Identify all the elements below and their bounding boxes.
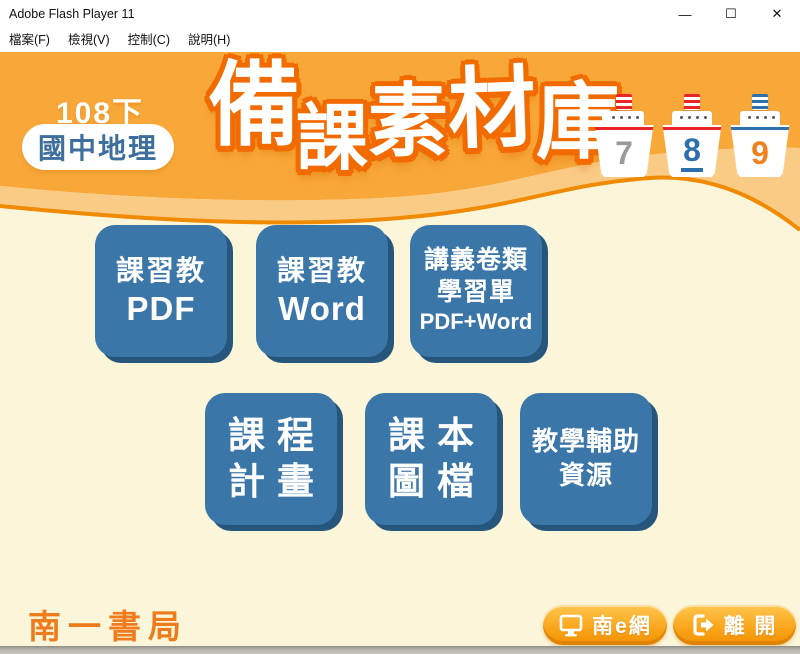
boat-stripe	[730, 127, 790, 130]
boat-funnel-icon	[684, 94, 700, 110]
button-label-line: 資源	[559, 459, 613, 493]
button-label-line: 課習教	[277, 253, 367, 289]
boat-funnel-icon	[616, 94, 632, 110]
button-label-line: Word	[278, 289, 366, 329]
boat-window-dots	[680, 116, 683, 119]
menu-view[interactable]: 檢視(V)	[59, 28, 119, 52]
page-title: 備課素材庫	[208, 56, 618, 196]
minimize-button[interactable]: —	[662, 0, 708, 28]
title-char: 備	[208, 56, 300, 157]
button-label-line: 課程	[216, 413, 326, 459]
boat-hull-icon: 9	[730, 125, 790, 177]
grade-boats: 7 8 9	[592, 94, 792, 177]
boat-cabin-icon	[672, 111, 712, 125]
button-textbook-images[interactable]: 課本 圖檔	[365, 393, 497, 525]
boat-grade-8[interactable]: 8	[660, 94, 724, 177]
menu-bar: 檔案(F) 檢視(V) 控制(C) 說明(H)	[0, 28, 800, 52]
button-label-line: 講義卷類	[424, 245, 528, 276]
button-handout-sheets[interactable]: 講義卷類 學習單 PDF+Word	[410, 225, 542, 357]
window-controls: — ☐ ✕	[662, 0, 800, 28]
button-label-line: 圖檔	[376, 459, 486, 505]
boat-grade-9[interactable]: 9	[728, 94, 792, 177]
boat-window-dots	[612, 116, 615, 119]
nan-e-web-label: 南e網	[592, 610, 652, 640]
button-label-line: PDF	[127, 289, 196, 329]
button-label-line: 課習教	[116, 253, 206, 289]
publisher-logo: 南一書局	[28, 600, 188, 646]
button-label-line: 學習單	[437, 277, 515, 308]
subject-badge: 國中地理	[22, 124, 174, 170]
menu-control[interactable]: 控制(C)	[119, 28, 179, 52]
subject-label: 國中地理	[38, 127, 158, 167]
boat-stripe	[662, 127, 722, 130]
window-title: Adobe Flash Player 11	[0, 7, 662, 21]
button-label-line: PDF+Word	[420, 308, 533, 337]
flash-stage: 108下 國中地理 備課素材庫 7 8	[0, 52, 800, 646]
window-bottom-edge	[0, 646, 800, 654]
button-kexijiao-word[interactable]: 課習教 Word	[256, 225, 388, 357]
exit-label: 離 開	[724, 610, 778, 640]
button-label-line: 課本	[376, 413, 486, 459]
button-label-line: 計畫	[216, 459, 326, 505]
menu-help[interactable]: 說明(H)	[179, 28, 239, 52]
window-titlebar: Adobe Flash Player 11 — ☐ ✕	[0, 0, 800, 28]
maximize-button[interactable]: ☐	[708, 0, 754, 28]
button-kexijiao-pdf[interactable]: 課習教 PDF	[95, 225, 227, 357]
title-char: 素	[368, 78, 448, 166]
monitor-icon	[558, 613, 584, 637]
boat-hull-icon: 8	[662, 125, 722, 177]
boat-cabin-icon	[740, 111, 780, 125]
grade-number-selected: 8	[681, 134, 703, 172]
boat-hull-icon: 7	[594, 125, 654, 177]
exit-button[interactable]: 離 開	[673, 605, 796, 645]
close-button[interactable]: ✕	[754, 0, 800, 28]
button-teaching-aids[interactable]: 教學輔助 資源	[520, 393, 652, 525]
title-char: 材	[446, 59, 537, 159]
boat-cabin-icon	[604, 111, 644, 125]
boat-grade-7[interactable]: 7	[592, 94, 656, 177]
nan-e-web-button[interactable]: 南e網	[543, 605, 667, 645]
boat-stripe	[594, 127, 654, 130]
boat-window-dots	[748, 116, 751, 119]
button-curriculum-plan[interactable]: 課程 計畫	[205, 393, 337, 525]
menu-file[interactable]: 檔案(F)	[0, 28, 59, 52]
title-char: 課	[296, 100, 368, 179]
boat-funnel-icon	[752, 94, 768, 110]
exit-icon	[692, 613, 716, 637]
grade-number: 9	[751, 135, 769, 172]
grade-number: 7	[615, 135, 633, 172]
button-label-line: 教學輔助	[532, 425, 640, 459]
